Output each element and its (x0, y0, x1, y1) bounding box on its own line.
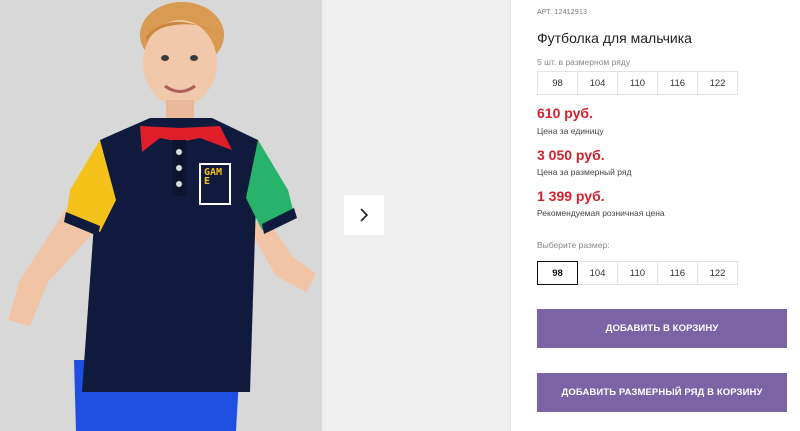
pack-size-cell: 110 (617, 71, 658, 95)
unit-price-note: Цена за единицу (537, 126, 604, 136)
pack-size-label: 5 шт. в размерном ряду (537, 57, 631, 67)
size-selector: 98 104 110 116 122 (537, 261, 738, 285)
pack-size-cell: 116 (657, 71, 698, 95)
add-pack-to-cart-button[interactable]: ДОБАВИТЬ РАЗМЕРНЫЙ РЯД В КОРЗИНУ (537, 373, 787, 412)
chevron-right-icon (360, 208, 369, 222)
shirt-logo: GAME (204, 167, 223, 187)
panel-divider (510, 0, 511, 431)
pack-size-cell: 104 (577, 71, 618, 95)
product-sku: АРТ. 12412913 (537, 9, 588, 16)
size-option-110[interactable]: 110 (617, 261, 658, 285)
pack-size-cell: 122 (697, 71, 738, 95)
next-image-button[interactable] (344, 195, 384, 235)
add-to-cart-button[interactable]: ДОБАВИТЬ В КОРЗИНУ (537, 309, 787, 348)
choose-size-label: Выберите размер: (537, 240, 610, 250)
pack-size-cell: 98 (537, 71, 578, 95)
product-gallery: GAME (0, 0, 510, 431)
retail-price: 1 399 руб. (537, 188, 605, 204)
product-photo[interactable]: GAME (0, 0, 322, 431)
pack-price-note: Цена за размерный ряд (537, 167, 632, 177)
size-option-104[interactable]: 104 (577, 261, 618, 285)
retail-price-note: Рекомендуемая розничная цена (537, 208, 665, 218)
boy-in-polo-illustration (0, 0, 322, 431)
product-title: Футболка для мальчика (537, 30, 692, 46)
pack-size-row: 98 104 110 116 122 (537, 71, 738, 95)
size-option-98[interactable]: 98 (537, 261, 578, 285)
size-option-122[interactable]: 122 (697, 261, 738, 285)
unit-price: 610 руб. (537, 105, 593, 121)
pack-price: 3 050 руб. (537, 147, 605, 163)
size-option-116[interactable]: 116 (657, 261, 698, 285)
